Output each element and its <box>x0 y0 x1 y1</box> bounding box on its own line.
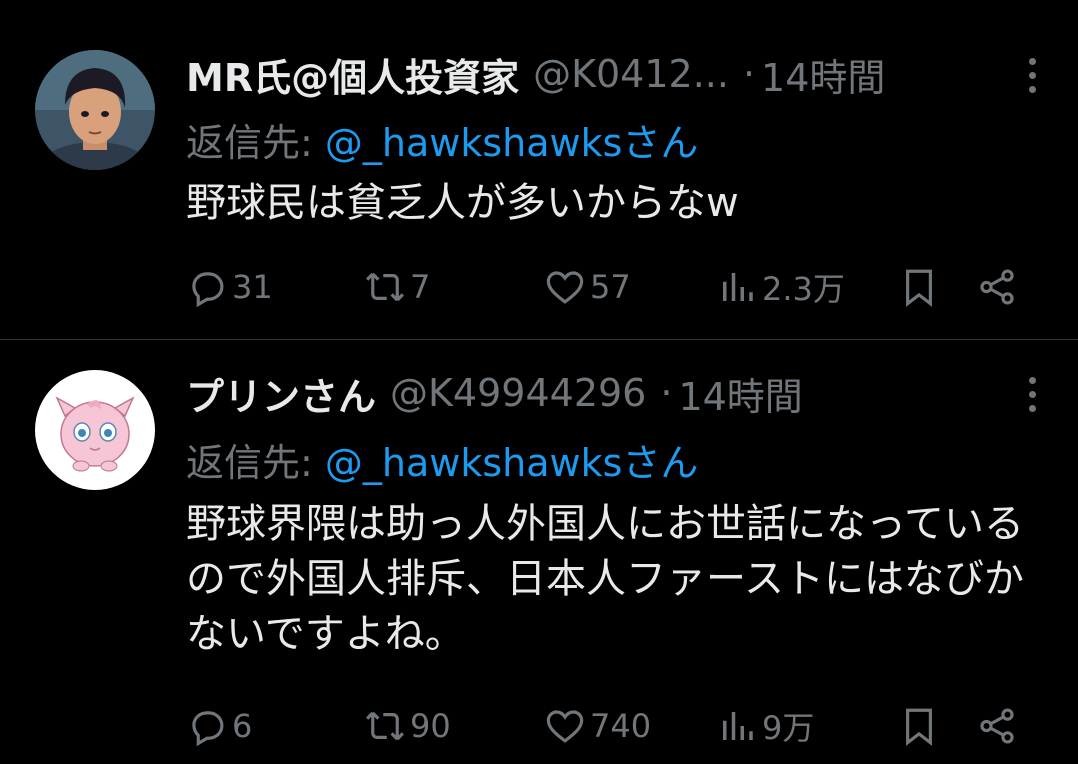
retweet-count: 7 <box>410 268 431 306</box>
bookmark-button[interactable] <box>898 262 940 312</box>
reply-icon <box>192 711 224 747</box>
reply-icon <box>192 272 224 308</box>
reply-mention[interactable]: @_hawkshawksさん <box>325 121 699 165</box>
like-button[interactable]: 57 <box>544 262 631 312</box>
user-handle[interactable]: @K0412... <box>533 52 729 96</box>
view-count: 2.3万 <box>762 270 845 308</box>
timestamp[interactable]: 14時間 <box>761 47 885 102</box>
tweet-text: 野球界隈は助っ人外国人にお世話になっているので外国人排斥、日本人ファーストにはな… <box>186 501 1024 657</box>
timestamp[interactable]: 14時間 <box>678 366 802 421</box>
views-button[interactable]: 9万 <box>716 701 814 751</box>
retweet-button[interactable]: 90 <box>364 701 451 751</box>
display-name[interactable]: プリンさん <box>186 366 376 421</box>
avatar[interactable] <box>35 50 155 170</box>
reply-context: 返信先: @_hawkshawksさん <box>186 432 698 487</box>
tweet-header: MR氏@個人投資家 @K0412... · 14時間 <box>186 48 1048 100</box>
reply-context: 返信先: @_hawkshawksさん <box>186 112 698 167</box>
views-icon <box>723 712 753 740</box>
reply-prefix: 返信先: <box>186 121 313 165</box>
action-bar: 6 90 740 9万 <box>186 701 1028 751</box>
avatar[interactable] <box>35 370 155 490</box>
separator: · <box>742 52 756 96</box>
reply-count: 31 <box>232 268 273 306</box>
tweet-header: プリンさん @K49944296 · 14時間 <box>186 367 1048 419</box>
reply-mention[interactable]: @_hawkshawksさん <box>325 441 699 485</box>
more-icon[interactable] <box>1028 58 1036 93</box>
separator: · <box>660 371 673 415</box>
display-name[interactable]: MR氏@個人投資家 <box>186 47 519 102</box>
more-icon[interactable] <box>1028 377 1036 412</box>
user-handle[interactable]: @K49944296 <box>390 371 646 415</box>
tweet-text: 野球民は貧乏人が多いからなw <box>186 180 739 226</box>
like-button[interactable]: 740 <box>544 701 651 751</box>
retweet-button[interactable]: 7 <box>364 262 430 312</box>
bookmark-icon <box>906 708 932 746</box>
like-count: 740 <box>590 707 652 745</box>
reply-prefix: 返信先: <box>186 441 313 485</box>
reply-button[interactable]: 31 <box>186 262 273 312</box>
tweet[interactable]: プリンさん @K49944296 · 14時間 返信先: @_hawkshawk… <box>0 340 1078 764</box>
retweet-icon <box>366 711 404 741</box>
bookmark-icon <box>906 269 932 307</box>
like-icon <box>546 271 584 304</box>
reply-count: 6 <box>232 707 253 745</box>
like-count: 57 <box>590 268 631 306</box>
share-button[interactable] <box>976 262 1018 312</box>
views-button[interactable]: 2.3万 <box>716 262 845 312</box>
share-icon <box>980 708 1014 744</box>
retweet-count: 90 <box>410 707 451 745</box>
views-icon <box>723 273 753 301</box>
bookmark-button[interactable] <box>898 701 940 751</box>
share-button[interactable] <box>976 701 1018 751</box>
reply-button[interactable]: 6 <box>186 701 252 751</box>
share-icon <box>980 269 1014 305</box>
action-bar: 31 7 57 2.3万 <box>186 262 1028 312</box>
like-icon <box>546 710 584 743</box>
tweet[interactable]: MR氏@個人投資家 @K0412... · 14時間 返信先: @_hawksh… <box>0 0 1078 339</box>
view-count: 9万 <box>762 709 815 747</box>
retweet-icon <box>366 272 404 302</box>
